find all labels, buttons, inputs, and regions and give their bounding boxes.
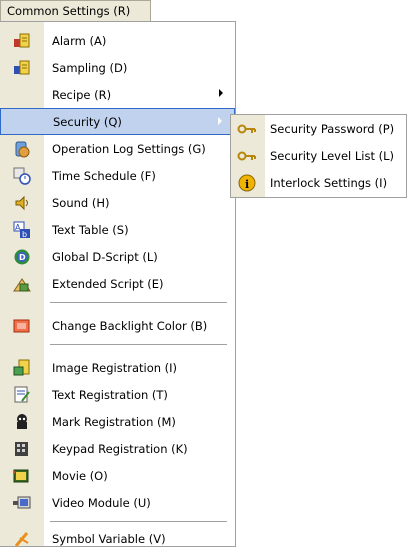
key-icon — [237, 147, 257, 165]
submenu-arrow-icon — [219, 89, 223, 97]
menu-item-label: Symbol Variable (V) — [52, 531, 166, 546]
menu-item-label: Security (Q) — [53, 114, 122, 129]
menu-item-label: Time Schedule (F) — [52, 168, 156, 183]
svg-text:b: b — [22, 230, 27, 239]
submenu-item-label: Interlock Settings (I) — [270, 176, 388, 190]
menu-item-label: Global D-Script (L) — [52, 249, 158, 264]
video-module-icon — [13, 494, 31, 512]
menu-item-mark-registration[interactable]: Mark Registration (M) — [0, 408, 235, 435]
text-registration-icon — [13, 386, 31, 404]
extended-script-icon — [13, 275, 31, 293]
menu-item-label: Text Table (S) — [52, 222, 129, 237]
menu-item-label: Video Module (U) — [52, 495, 151, 510]
movie-icon — [13, 467, 31, 485]
submenu-item-security-password[interactable]: Security Password (P) — [231, 116, 407, 142]
menu-item-extended-script[interactable]: Extended Script (E) — [0, 270, 235, 297]
menu-separator — [50, 302, 227, 303]
operation-log-icon — [13, 140, 31, 158]
svg-text:i: i — [245, 178, 249, 191]
text-table-icon: Ab — [13, 221, 31, 239]
time-schedule-icon — [13, 167, 31, 185]
security-submenu: Security Password (P) Security Level Lis… — [230, 114, 407, 198]
common-settings-menu: Alarm (A) Sampling (D) Recipe (R) Securi… — [0, 21, 236, 547]
menu-item-label: Change Backlight Color (B) — [52, 318, 208, 333]
submenu-item-interlock-settings[interactable]: i Interlock Settings (I) — [231, 170, 407, 196]
global-dscript-icon: D — [13, 248, 31, 266]
menu-item-symbol-variable[interactable]: Symbol Variable (V) — [0, 525, 235, 552]
sound-icon — [13, 194, 31, 212]
menu-item-video-module[interactable]: Video Module (U) — [0, 489, 235, 516]
menu-separator — [50, 344, 227, 345]
menu-item-label: Sound (H) — [52, 195, 110, 210]
menu-item-label: Extended Script (E) — [52, 276, 164, 291]
menu-item-label: Sampling (D) — [52, 60, 128, 75]
menu-item-label: Alarm (A) — [52, 33, 107, 48]
svg-text:D: D — [19, 253, 26, 262]
submenu-item-security-level-list[interactable]: Security Level List (L) — [231, 143, 407, 169]
backlight-icon — [13, 317, 31, 335]
alarm-icon — [13, 32, 31, 50]
menubar-common-settings-label: Common Settings (R) — [7, 4, 131, 18]
symbol-variable-icon — [13, 530, 31, 548]
image-registration-icon — [13, 359, 31, 377]
menu-item-time-schedule[interactable]: Time Schedule (F) — [0, 162, 235, 189]
menu-item-label: Recipe (R) — [52, 87, 112, 102]
submenu-arrow-icon — [218, 117, 222, 125]
menu-item-alarm[interactable]: Alarm (A) — [0, 27, 235, 54]
menu-item-operation-log[interactable]: Operation Log Settings (G) — [0, 135, 235, 162]
mark-registration-icon — [13, 413, 31, 431]
menu-item-sampling[interactable]: Sampling (D) — [0, 54, 235, 81]
menubar-common-settings[interactable]: Common Settings (R) — [0, 0, 151, 22]
menu-item-text-registration[interactable]: Text Registration (T) — [0, 381, 235, 408]
key-icon — [237, 120, 257, 138]
menu-item-text-table[interactable]: Ab Text Table (S) — [0, 216, 235, 243]
submenu-item-label: Security Level List (L) — [270, 149, 395, 163]
menu-item-sound[interactable]: Sound (H) — [0, 189, 235, 216]
menu-item-recipe[interactable]: Recipe (R) — [0, 81, 235, 108]
submenu-item-label: Security Password (P) — [270, 122, 395, 136]
menu-item-label: Mark Registration (M) — [52, 414, 176, 429]
menu-item-label: Operation Log Settings (G) — [52, 141, 206, 156]
menu-item-global-dscript[interactable]: D Global D-Script (L) — [0, 243, 235, 270]
menu-item-label: Keypad Registration (K) — [52, 441, 188, 456]
menu-item-image-registration[interactable]: Image Registration (I) — [0, 354, 235, 381]
menu-item-label: Text Registration (T) — [52, 387, 168, 402]
menu-item-movie[interactable]: Movie (O) — [0, 462, 235, 489]
keypad-registration-icon — [13, 440, 31, 458]
menu-item-keypad-registration[interactable]: Keypad Registration (K) — [0, 435, 235, 462]
info-icon: i — [237, 174, 257, 192]
sampling-icon — [13, 59, 31, 77]
menu-item-label: Movie (O) — [52, 468, 108, 483]
menu-item-security[interactable]: Security (Q) — [0, 108, 235, 135]
menu-item-label: Image Registration (I) — [52, 360, 178, 375]
menu-separator — [50, 521, 227, 522]
menu-item-backlight[interactable]: Change Backlight Color (B) — [0, 312, 235, 339]
